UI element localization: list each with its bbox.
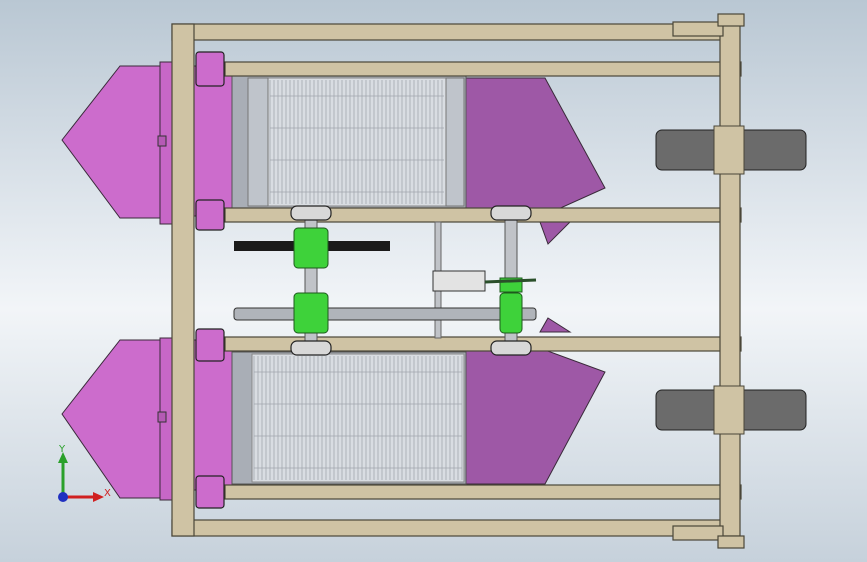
upper-sprocket[interactable] — [293, 227, 329, 269]
drive-system[interactable] — [233, 205, 537, 356]
lower-wheel-hub — [713, 385, 745, 435]
frame-upper-rail[interactable] — [224, 61, 742, 77]
frame-bottom-right-bolt — [717, 535, 745, 549]
upper-screen-right-panel — [445, 77, 465, 207]
cad-viewport[interactable]: Y X — [0, 0, 867, 562]
frame-right-post[interactable] — [719, 23, 741, 537]
upper-screen-mesh[interactable] — [267, 77, 447, 207]
frame-left-post[interactable] — [171, 23, 195, 537]
frame-bottom-rail[interactable] — [171, 519, 731, 537]
triad-y-label: Y — [58, 444, 66, 455]
lower-hopper-body — [192, 339, 234, 491]
lower-belt[interactable] — [233, 307, 537, 321]
mount-block-2 — [195, 199, 225, 231]
frame-bottom-right-cap — [672, 525, 724, 541]
frame-top-rail[interactable] — [171, 23, 731, 41]
tensioner-arm — [484, 278, 537, 284]
lower-right-discharge[interactable] — [465, 349, 606, 485]
upper-hopper-bracket — [157, 135, 167, 147]
upper-left-hopper[interactable] — [61, 65, 163, 219]
upper-screen-left-panel — [247, 77, 269, 207]
triad-x-arrow — [93, 492, 104, 502]
lower-hopper-bracket — [157, 411, 167, 423]
bearing-top-right — [490, 205, 532, 221]
right-lower-sprocket[interactable] — [499, 292, 523, 334]
upper-discharge-tail — [539, 221, 572, 245]
bearing-bottom-left — [290, 340, 332, 356]
frame-top-right-bolt — [717, 13, 745, 27]
upper-right-discharge[interactable] — [465, 77, 606, 216]
bearing-top-left — [290, 205, 332, 221]
upper-wheel-hub — [713, 125, 745, 175]
mount-block-4 — [195, 475, 225, 509]
lower-left-hopper[interactable] — [61, 339, 163, 499]
left-lower-sprocket[interactable] — [293, 292, 329, 334]
upper-hopper-body — [192, 65, 234, 217]
triad-z-origin — [58, 492, 68, 502]
frame-lower-rail[interactable] — [224, 484, 742, 500]
cad-model-view[interactable]: Y X — [0, 0, 867, 562]
tensioner-block[interactable] — [432, 270, 486, 292]
lower-discharge-tail — [539, 317, 572, 333]
frame-top-right-cap — [672, 21, 724, 37]
bearing-bottom-right — [490, 340, 532, 356]
mount-block-1 — [195, 51, 225, 87]
triad-x-label: X — [104, 488, 111, 499]
mount-block-3 — [195, 328, 225, 362]
